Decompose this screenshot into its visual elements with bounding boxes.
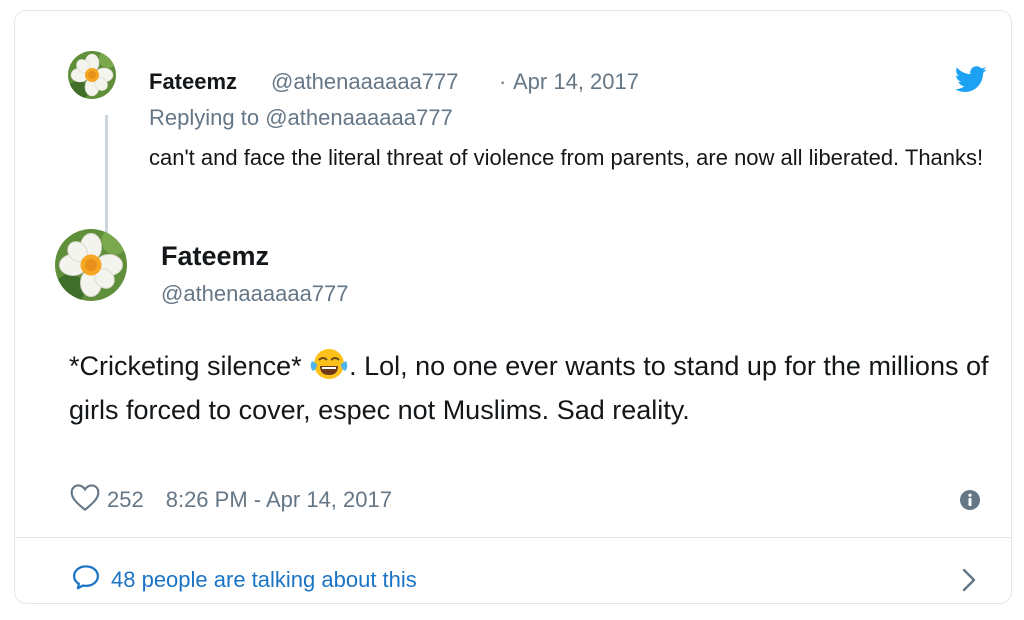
thread-connector-line [105, 115, 108, 237]
daffodil-avatar-image [68, 51, 116, 99]
replying-handle-link[interactable]: @athenaaaaaa777 [265, 105, 453, 130]
like-count[interactable]: 252 [107, 487, 144, 513]
footer-divider [15, 537, 1011, 538]
conversation-link-label[interactable]: 48 people are talking about this [111, 567, 417, 593]
speech-bubble-icon [71, 563, 101, 597]
parent-avatar[interactable] [68, 51, 116, 99]
main-avatar[interactable] [55, 229, 127, 301]
parent-tweet-text: can't and face the literal threat of vio… [149, 145, 984, 170]
main-tweet-text: *Cricketing silence* . Lol, no one ever … [69, 344, 989, 432]
tweet-text-start: *Cricketing silence* [69, 351, 310, 381]
parent-display-name[interactable]: Fateemz [149, 69, 237, 95]
replying-prefix: Replying to [149, 105, 260, 130]
parent-handle[interactable]: @athenaaaaaa777 [271, 69, 459, 95]
conversation-link[interactable]: 48 people are talking about this [71, 563, 417, 597]
face-with-tears-of-joy-icon [309, 347, 349, 381]
heart-icon[interactable] [69, 482, 101, 518]
daffodil-avatar-image [55, 229, 127, 301]
parent-date-link[interactable]: Apr 14, 2017 [513, 69, 639, 95]
embedded-tweet-card: Fateemz @athenaaaaaa777 · Apr 14, 2017 R… [14, 10, 1012, 604]
main-handle[interactable]: @athenaaaaaa777 [161, 281, 349, 307]
tweet-timestamp-link[interactable]: 8:26 PM - Apr 14, 2017 [166, 487, 392, 513]
chevron-right-icon[interactable] [961, 567, 977, 598]
info-icon[interactable] [959, 489, 981, 516]
twitter-bird-icon[interactable] [954, 66, 987, 98]
tweet-meta-row: 252 8:26 PM - Apr 14, 2017 [69, 482, 392, 518]
parent-separator: · [499, 69, 507, 94]
replying-to-line: Replying to @athenaaaaaa777 [149, 105, 453, 131]
main-display-name[interactable]: Fateemz [161, 241, 269, 272]
